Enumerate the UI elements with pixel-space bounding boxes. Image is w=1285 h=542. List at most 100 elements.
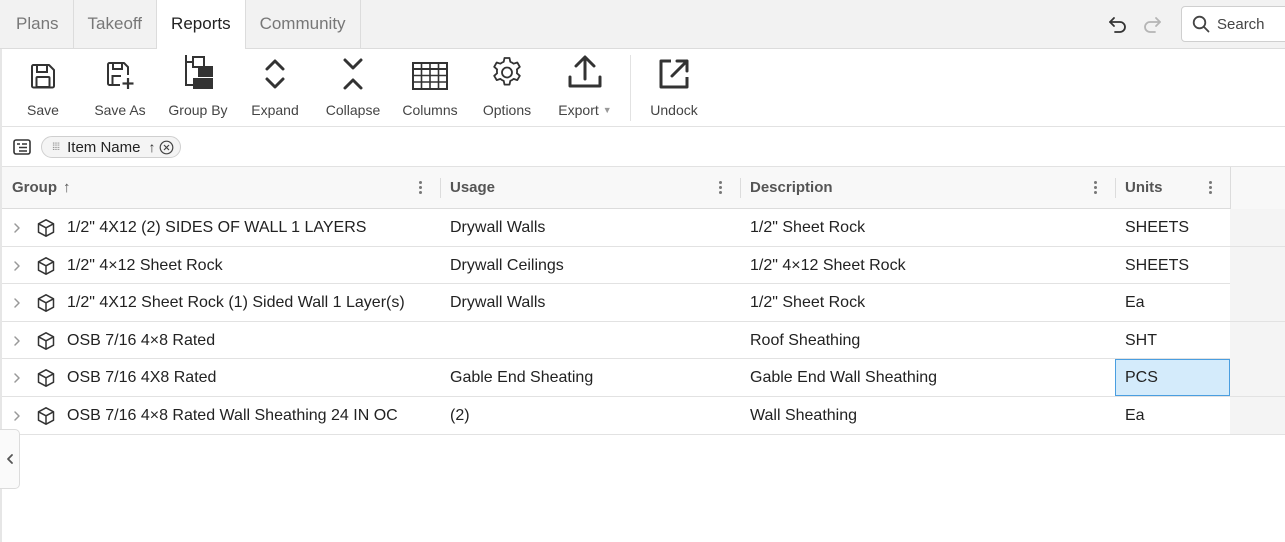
item-cube-icon bbox=[36, 406, 56, 429]
grid-body: 1/2" 4X12 (2) SIDES OF WALL 1 LAYERS Dryw… bbox=[0, 209, 1285, 435]
sort-ascending-icon: ↑ bbox=[63, 179, 71, 196]
export-icon bbox=[568, 55, 602, 88]
cell-usage[interactable]: Gable End Sheating bbox=[450, 359, 593, 396]
column-menu-icon[interactable] bbox=[1207, 180, 1213, 196]
cell-group[interactable]: 1/2" 4X12 Sheet Rock (1) Sided Wall 1 La… bbox=[67, 284, 405, 321]
remove-chip-icon[interactable] bbox=[159, 140, 174, 155]
cell-description[interactable]: Gable End Wall Sheathing bbox=[750, 359, 937, 396]
cell-units[interactable]: SHEETS bbox=[1125, 247, 1189, 284]
row-filler bbox=[1230, 321, 1285, 359]
item-cube-icon bbox=[36, 293, 56, 316]
history-controls bbox=[1106, 12, 1164, 36]
cell-description[interactable]: Wall Sheathing bbox=[750, 397, 857, 434]
group-by-icon bbox=[185, 55, 213, 89]
redo-icon[interactable] bbox=[1140, 12, 1164, 36]
collapse-label: Collapse bbox=[325, 102, 381, 118]
cell-group[interactable]: 1/2" 4X12 (2) SIDES OF WALL 1 LAYERS bbox=[67, 209, 366, 246]
cell-usage[interactable]: Drywall Walls bbox=[450, 284, 545, 321]
group-by-label: Group By bbox=[168, 102, 228, 118]
tab-community[interactable]: Community bbox=[246, 0, 361, 49]
export-label: Export bbox=[558, 102, 599, 118]
collapse-button[interactable]: Collapse bbox=[323, 49, 383, 127]
cell-description[interactable]: 1/2" Sheet Rock bbox=[750, 284, 865, 321]
column-menu-icon[interactable] bbox=[717, 180, 723, 196]
cell-description[interactable]: 1/2" Sheet Rock bbox=[750, 209, 865, 246]
table-row[interactable]: OSB 7/16 4×8 Rated Wall Sheathing 24 IN … bbox=[0, 396, 1285, 435]
undo-icon[interactable] bbox=[1106, 12, 1130, 36]
tab-takeoff[interactable]: Takeoff bbox=[74, 0, 158, 49]
cell-description[interactable]: 1/2" 4×12 Sheet Rock bbox=[750, 247, 906, 284]
item-cube-icon bbox=[36, 218, 56, 241]
expand-row-icon[interactable] bbox=[12, 259, 22, 275]
table-row[interactable]: 1/2" 4X12 Sheet Rock (1) Sided Wall 1 La… bbox=[0, 284, 1285, 322]
save-as-label: Save As bbox=[94, 102, 146, 118]
save-as-icon bbox=[107, 62, 134, 89]
column-menu-icon[interactable] bbox=[417, 180, 423, 196]
save-as-button[interactable]: Save As bbox=[92, 49, 148, 127]
sort-ascending-icon: ↑ bbox=[148, 139, 156, 155]
column-header-group[interactable]: Group ↑ bbox=[0, 167, 440, 209]
cell-group[interactable]: 1/2" 4×12 Sheet Rock bbox=[67, 247, 223, 284]
cell-units[interactable]: Ea bbox=[1125, 284, 1145, 321]
item-cube-icon bbox=[36, 331, 56, 354]
expand-row-icon[interactable] bbox=[12, 371, 22, 387]
save-icon bbox=[31, 64, 55, 89]
group-by-chip[interactable]: ⁞⁞⁞⁞ Item Name ↑ bbox=[41, 136, 182, 158]
drag-handle-icon[interactable]: ⁞⁞⁞⁞ bbox=[52, 142, 60, 153]
collapse-panel-button[interactable] bbox=[0, 429, 20, 489]
expand-row-icon[interactable] bbox=[12, 409, 22, 425]
options-label: Options bbox=[482, 102, 532, 118]
group-chip-label: Item Name bbox=[67, 138, 141, 156]
cell-usage[interactable]: Drywall Ceilings bbox=[450, 247, 564, 284]
cell-group[interactable]: OSB 7/16 4×8 Rated bbox=[67, 322, 215, 359]
group-by-button[interactable]: Group By bbox=[166, 49, 230, 127]
cell-usage[interactable]: Drywall Walls bbox=[450, 209, 545, 246]
column-header-description[interactable]: Description bbox=[738, 167, 1113, 209]
cell-usage[interactable]: (2) bbox=[450, 397, 470, 434]
expand-button[interactable]: Expand bbox=[249, 49, 301, 127]
row-group-icon bbox=[13, 139, 31, 158]
row-filler bbox=[1230, 284, 1285, 322]
table-row[interactable]: 1/2" 4X12 (2) SIDES OF WALL 1 LAYERS Dryw… bbox=[0, 209, 1285, 247]
columns-icon bbox=[412, 62, 448, 90]
tab-reports[interactable]: Reports bbox=[157, 0, 246, 50]
column-header-usage[interactable]: Usage bbox=[438, 167, 738, 209]
expand-row-icon[interactable] bbox=[12, 296, 22, 312]
export-button[interactable]: Export ▼ bbox=[554, 49, 616, 127]
table-row[interactable]: OSB 7/16 4X8 Rated Gable End Sheating Gabl… bbox=[0, 359, 1285, 397]
cell-group[interactable]: OSB 7/16 4X8 Rated bbox=[67, 359, 216, 396]
cell-units[interactable]: SHEETS bbox=[1125, 209, 1189, 246]
save-label: Save bbox=[27, 102, 59, 118]
columns-button[interactable]: Columns bbox=[400, 49, 460, 127]
toolbar-divider bbox=[630, 55, 631, 121]
undock-icon bbox=[659, 59, 689, 89]
column-menu-icon[interactable] bbox=[1092, 180, 1098, 196]
top-tab-bar: Plans Takeoff Reports Community Search bbox=[0, 0, 1285, 50]
row-group-panel: ⁞⁞⁞⁞ Item Name ↑ bbox=[0, 127, 1285, 167]
table-row[interactable]: 1/2" 4×12 Sheet Rock Drywall Ceilings 1/2"… bbox=[0, 246, 1285, 285]
expand-icon bbox=[265, 59, 285, 89]
search-placeholder: Search bbox=[1217, 15, 1265, 33]
search-icon bbox=[1192, 15, 1210, 33]
cell-description[interactable]: Roof Sheathing bbox=[750, 322, 860, 359]
expand-row-icon[interactable] bbox=[12, 221, 22, 237]
cell-group[interactable]: OSB 7/16 4×8 Rated Wall Sheathing 24 IN … bbox=[67, 397, 398, 434]
row-filler bbox=[1230, 246, 1285, 284]
row-filler bbox=[1230, 359, 1285, 397]
tab-plans[interactable]: Plans bbox=[2, 0, 74, 49]
undock-button[interactable]: Undock bbox=[646, 49, 702, 127]
search-input[interactable]: Search bbox=[1181, 6, 1285, 42]
cell-units[interactable]: SHT bbox=[1125, 322, 1157, 359]
row-filler bbox=[1230, 396, 1285, 434]
report-toolbar: Save Save As Group By Expand Collapse Co… bbox=[0, 49, 1285, 127]
expand-row-icon[interactable] bbox=[12, 334, 22, 350]
options-button[interactable]: Options bbox=[481, 49, 533, 127]
table-row[interactable]: OSB 7/16 4×8 Rated Roof Sheathing SHT bbox=[0, 321, 1285, 360]
grid-header: Group ↑ Usage Description Units bbox=[0, 167, 1285, 209]
chevron-left-icon bbox=[6, 454, 13, 464]
save-button[interactable]: Save bbox=[24, 49, 62, 127]
caret-down-icon: ▼ bbox=[602, 105, 612, 115]
cell-units[interactable]: Ea bbox=[1125, 397, 1145, 434]
cell-units[interactable]: PCS bbox=[1125, 359, 1158, 396]
report-grid: Group ↑ Usage Description Units 1/2" 4X12… bbox=[0, 167, 1285, 435]
